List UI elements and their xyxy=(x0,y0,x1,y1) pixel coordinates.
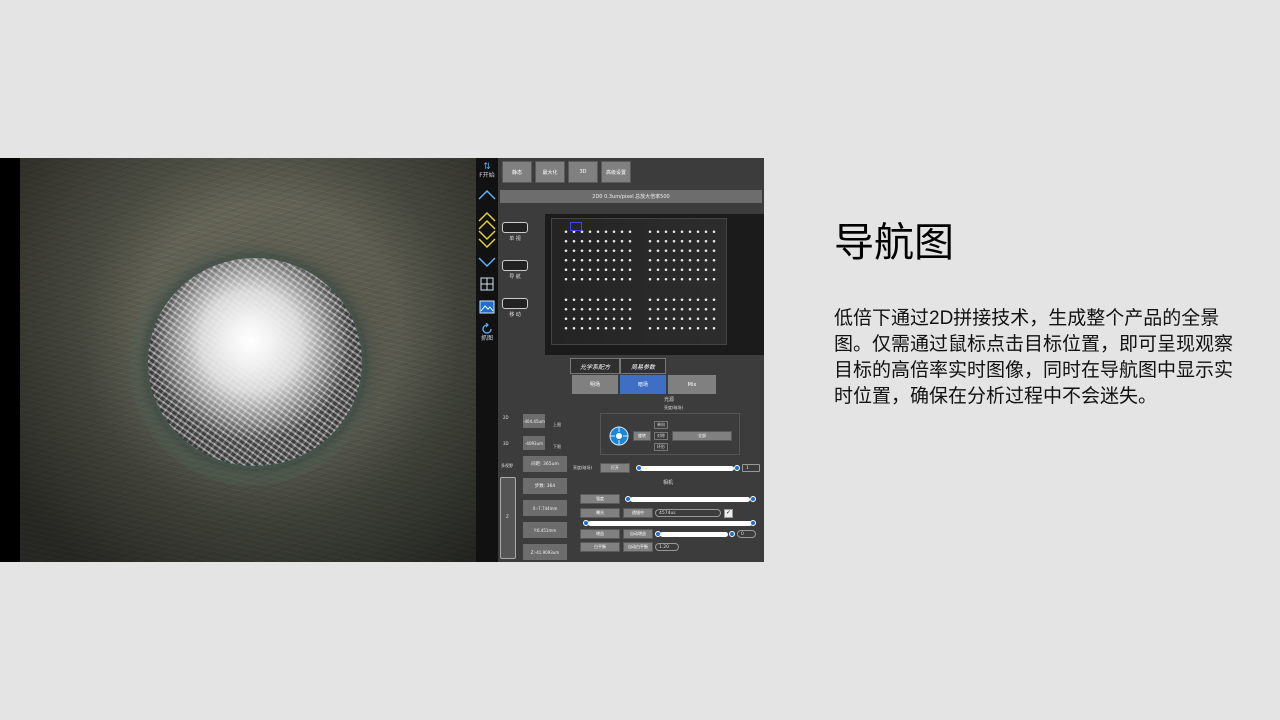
white-balance-value[interactable]: 1.20 xyxy=(655,543,679,551)
gain-label: 增益 xyxy=(580,529,620,539)
brightfield-button[interactable]: 明场 xyxy=(572,375,618,394)
refresh-icon xyxy=(482,322,492,334)
exposure-checkbox[interactable]: ✓ xyxy=(724,509,733,518)
auto-white-balance-button[interactable]: 自动白平衡 xyxy=(623,542,653,552)
gain-value[interactable]: 0 xyxy=(737,530,756,538)
upper-limit-field[interactable]: -404.45um xyxy=(523,414,545,428)
intensity-slider[interactable] xyxy=(630,497,750,502)
slide-title: 导航图 xyxy=(834,221,954,265)
upper-limit-label: 上限 xyxy=(553,422,561,427)
slide-description: 低倍下通过2D拼接技术，生成整个产品的全景图。仅需通过鼠标点击目标位置，即可呈现… xyxy=(834,308,1234,407)
light-subheading: 亮度(暗场) xyxy=(664,405,684,410)
x-position: X:-7.744mm xyxy=(523,500,567,516)
open-light-button[interactable]: 打开 xyxy=(600,463,630,473)
navigation-label: 导 航 xyxy=(509,274,521,280)
3d-button[interactable]: 3D xyxy=(568,161,598,183)
chevron-down-icon xyxy=(478,257,496,268)
move-button[interactable]: 移 动 xyxy=(502,298,528,328)
slider-knob[interactable] xyxy=(583,520,589,526)
camera-heading: 相机 xyxy=(663,480,674,486)
multi-view-label: 多视野 xyxy=(501,463,513,468)
rotate-button[interactable]: 旋转 xyxy=(633,431,651,441)
slider-knob[interactable] xyxy=(729,531,735,537)
navigation-button[interactable]: 导 航 xyxy=(502,260,528,290)
single-view-label: 单 视 xyxy=(509,236,521,242)
capture-label: 抓图 xyxy=(480,334,493,342)
light-option-symmetric[interactable]: 对称 xyxy=(654,432,668,440)
slider-knob[interactable] xyxy=(655,531,661,537)
all-button[interactable]: 全部 xyxy=(672,431,732,441)
navigation-map[interactable] xyxy=(545,214,764,355)
slider-knob[interactable] xyxy=(625,496,631,502)
z-slider-label: Z xyxy=(506,514,509,519)
solder-ball xyxy=(148,258,362,466)
brightness-row-label: 亮度(暗场) xyxy=(573,465,593,470)
light-heading: 光源 xyxy=(664,397,675,403)
slider-knob[interactable] xyxy=(750,496,756,502)
static-button[interactable]: 静态 xyxy=(502,161,532,183)
capture-button[interactable]: 抓图 xyxy=(477,320,497,344)
brightness-slider[interactable] xyxy=(640,466,734,471)
lower-limit-label: 下限 xyxy=(553,444,561,449)
focus-chevrons-icon xyxy=(478,211,496,249)
start-label: F开始 xyxy=(479,172,495,179)
pad-array xyxy=(562,295,634,335)
grid-button[interactable] xyxy=(477,276,497,292)
light-option-single[interactable]: 单向 xyxy=(654,421,668,429)
advanced-settings-button[interactable]: 高级设置 xyxy=(601,161,631,183)
image-icon xyxy=(479,300,495,314)
focus-buttons[interactable] xyxy=(477,208,497,250)
exposure-value[interactable]: 4574us xyxy=(655,509,721,517)
vertical-toolbar: ⇅ F开始 抓图 xyxy=(476,158,498,562)
y-position: Y:6.451mm xyxy=(523,522,567,538)
slider-knob[interactable] xyxy=(750,520,756,526)
lens-icon xyxy=(502,222,528,233)
pad-array xyxy=(562,227,634,284)
steps-field: 步数: 364 xyxy=(523,478,567,494)
mix-button[interactable]: Mix xyxy=(668,375,716,394)
3d-label: 3D xyxy=(503,441,509,446)
move-up-button[interactable] xyxy=(477,186,497,204)
tab-optical-recipe[interactable]: 光学系配方 xyxy=(570,358,620,374)
magnification-info: 2D0 0.3um/pixel 总放大倍率500 xyxy=(500,190,762,203)
exposure-slider[interactable] xyxy=(588,521,752,526)
pad-array xyxy=(646,227,718,284)
move-label: 移 动 xyxy=(509,312,521,318)
lens-icon xyxy=(502,260,528,271)
microscope-image xyxy=(20,158,476,562)
gain-slider[interactable] xyxy=(660,532,728,537)
z-slider[interactable]: Z xyxy=(500,477,516,559)
white-balance-label: 白平衡 xyxy=(580,542,620,552)
pitch-field: 间距: 365um xyxy=(523,456,567,472)
image-button[interactable] xyxy=(477,298,497,316)
intensity-label: 强度 xyxy=(580,494,620,504)
slider-knob[interactable] xyxy=(636,465,642,471)
tab-simple-params[interactable]: 简易参数 xyxy=(620,358,666,374)
move-down-button[interactable] xyxy=(477,254,497,270)
exposure-mode-button[interactable]: 透镜中 xyxy=(623,508,653,518)
slider-knob[interactable] xyxy=(734,465,740,471)
brightness-value[interactable]: 1 xyxy=(742,464,760,472)
maximize-button[interactable]: 最大化 xyxy=(535,161,565,183)
lower-limit-field[interactable]: -4093um xyxy=(523,436,545,450)
grid-icon xyxy=(480,277,494,291)
current-position-marker xyxy=(570,222,582,231)
lens-icon xyxy=(502,298,528,309)
panorama-image xyxy=(551,218,727,345)
exposure-label: 曝光 xyxy=(580,508,620,518)
start-button[interactable]: ⇅ F开始 xyxy=(477,160,497,182)
light-option-ring[interactable]: 环形 xyxy=(654,443,668,451)
auto-gain-button[interactable]: 自动增益 xyxy=(623,529,653,539)
pad-array xyxy=(646,295,718,335)
ring-light-icon[interactable] xyxy=(609,426,629,446)
z-position: Z:-41.9093um xyxy=(523,544,567,560)
start-icon: ⇅ xyxy=(483,162,491,172)
live-image-viewer[interactable] xyxy=(0,158,476,562)
2d-label: 2D xyxy=(503,415,509,420)
single-view-button[interactable]: 单 视 xyxy=(502,222,528,252)
darkfield-button[interactable]: 暗场 xyxy=(620,375,666,394)
chevron-up-icon xyxy=(478,189,496,200)
